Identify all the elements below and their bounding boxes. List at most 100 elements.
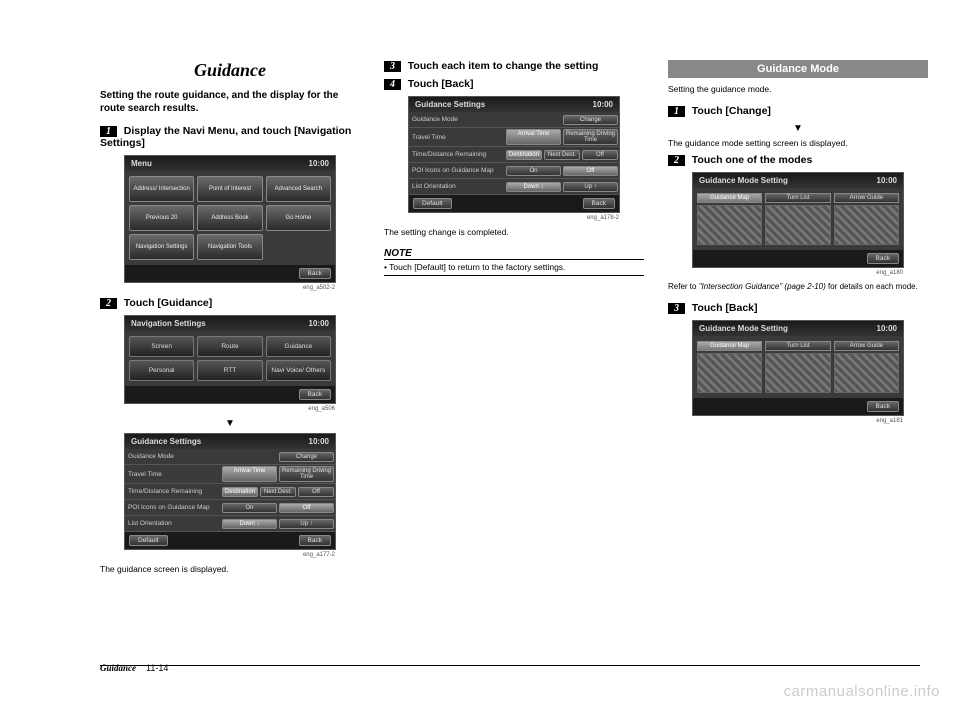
mode-turnlist[interactable]: Turn List [765,193,830,203]
mode-turnlist[interactable]: Turn List [765,341,830,351]
back-button[interactable]: Back [867,401,899,412]
screen-clock: 10:00 [309,319,329,328]
watermark: carmanualsonline.info [784,683,940,700]
screen-title: Navigation Settings [131,319,206,328]
opt-remaining[interactable]: Remaining Driving Time [279,466,334,482]
opt-remaining[interactable]: Remaining Driving Time [563,129,618,145]
menu-btn-navsettings[interactable]: Navigation Settings [129,234,194,260]
nav-btn-rtt[interactable]: RTT [197,360,262,381]
opt-on[interactable]: On [506,166,561,176]
reference-text: Refer to "Intersection Guidance" (page 2… [668,282,928,292]
opt-off[interactable]: Off [582,150,618,160]
nav-btn-navvoice[interactable]: Navi Voice/ Others [266,360,331,381]
screenshot-guidance-mode: Guidance Mode Setting 10:00 Guidance Map… [692,172,904,268]
menu-grid: Address/ Intersection Point of Interest … [129,176,331,260]
change-button[interactable]: Change [563,115,618,125]
screen-clock: 10:00 [593,100,613,109]
opt-off[interactable]: Off [279,503,334,513]
opt-off[interactable]: Off [298,487,334,497]
screen-title: Guidance Settings [131,437,201,446]
row-label: POI Icons on Guidance Map [125,502,221,513]
back-button[interactable]: Back [299,268,331,279]
back-button[interactable]: Back [299,535,331,546]
nav-btn-screen[interactable]: Screen [129,336,194,357]
screenshot-guidance-mode2: Guidance Mode Setting 10:00 Guidance Map… [692,320,904,416]
opt-up[interactable]: Up ↑ [279,519,334,529]
menu-btn-addressbook[interactable]: Address Book [197,205,262,231]
mode-arrowguide[interactable]: Arrow Guide [834,341,899,351]
default-button[interactable]: Default [413,198,452,209]
row-label: List Orientation [125,518,221,529]
menu-btn-previous20[interactable]: Previous 20 [129,205,194,231]
image-ref: eng_a177-2 [125,552,335,558]
opt-down[interactable]: Down ↓ [222,519,277,529]
column-3: Guidance Mode Setting the guidance mode.… [668,60,928,585]
mode-arrowguide[interactable]: Arrow Guide [834,193,899,203]
menu-btn-address[interactable]: Address/ Intersection [129,176,194,202]
back-button[interactable]: Back [583,198,615,209]
note-body: • Touch [Default] to return to the facto… [384,262,644,276]
back-button[interactable]: Back [867,253,899,264]
menu-btn-navtools[interactable]: Navigation Tools [197,234,262,260]
menu-btn-gohome[interactable]: Go Home [266,205,331,231]
step-text: Display the Navi Menu, and touch [Naviga… [100,125,351,149]
step-4: 4 Touch [Back] [384,78,644,90]
mode-preview [697,205,762,245]
menu-btn-advanced[interactable]: Advanced Search [266,176,331,202]
screen-title: Guidance Mode Setting [699,176,788,185]
step-3: 3 Touch each item to change the setting [384,60,644,72]
nav-btn-guidance[interactable]: Guidance [266,336,331,357]
screen-title: Guidance Mode Setting [699,324,788,333]
menu-btn-poi[interactable]: Point of Interest [197,176,262,202]
opt-down[interactable]: Down ↓ [506,182,561,192]
opt-dest[interactable]: Destination [506,150,542,160]
step-2: 2 Touch [Guidance] [100,297,360,309]
opt-nextdest[interactable]: Next Dest. [544,150,580,160]
subsection-header: Guidance Mode [668,60,928,78]
default-button[interactable]: Default [129,535,168,546]
step-text: Touch [Guidance] [124,297,212,309]
opt-up[interactable]: Up ↑ [563,182,618,192]
step-text: Touch [Change] [692,105,771,117]
step-badge: 3 [668,303,685,314]
opt-dest[interactable]: Destination [222,487,258,497]
screen-header: Menu 10:00 [125,156,335,171]
opt-off[interactable]: Off [563,166,618,176]
row-label: POI Icons on Guidance Map [409,165,505,176]
screen-clock: 10:00 [877,324,897,333]
screen-clock: 10:00 [309,159,329,168]
opt-arrival[interactable]: Arrival Time [222,466,277,482]
mode-guidancemap[interactable]: Guidance Map [697,341,762,351]
row-label: Travel Time [409,132,505,143]
mode-guidancemap[interactable]: Guidance Map [697,193,762,203]
page-content: Guidance Setting the route guidance, and… [0,0,960,605]
nav-btn-personal[interactable]: Personal [129,360,194,381]
arrow-down-icon: ▼ [668,123,928,134]
opt-arrival[interactable]: Arrival Time [506,129,561,145]
mode-preview [834,353,899,393]
step-badge: 2 [100,298,117,309]
step-text: Touch one of the modes [692,154,813,166]
back-button[interactable]: Back [299,389,331,400]
image-ref: eng_a502-2 [125,285,335,291]
screenshot-navi-menu: Menu 10:00 Address/ Intersection Point o… [124,155,336,283]
step-badge: 4 [384,79,401,90]
row-label: Guidance Mode [125,451,221,462]
footer-section: Guidance [100,663,136,673]
intro-text: Setting the route guidance, and the disp… [100,89,360,115]
screen-clock: 10:00 [309,437,329,446]
screen-title: Guidance Settings [415,100,485,109]
note-label: NOTE [384,248,644,260]
opt-nextdest[interactable]: Next Dest. [260,487,296,497]
arrow-down-icon: ▼ [100,418,360,429]
mode-preview [697,353,762,393]
row-label: Time/Distance Remaining [409,149,505,160]
change-button[interactable]: Change [279,452,334,462]
nav-btn-route[interactable]: Route [197,336,262,357]
step-badge: 2 [668,155,685,166]
screenshot-guidance-settings2: Guidance Settings 10:00 Guidance ModeCha… [408,96,620,213]
step-2b: 2 Touch one of the modes [668,154,928,166]
image-ref: eng_a178-2 [409,215,619,221]
step-text: Touch [Back] [408,78,474,90]
opt-on[interactable]: On [222,503,277,513]
